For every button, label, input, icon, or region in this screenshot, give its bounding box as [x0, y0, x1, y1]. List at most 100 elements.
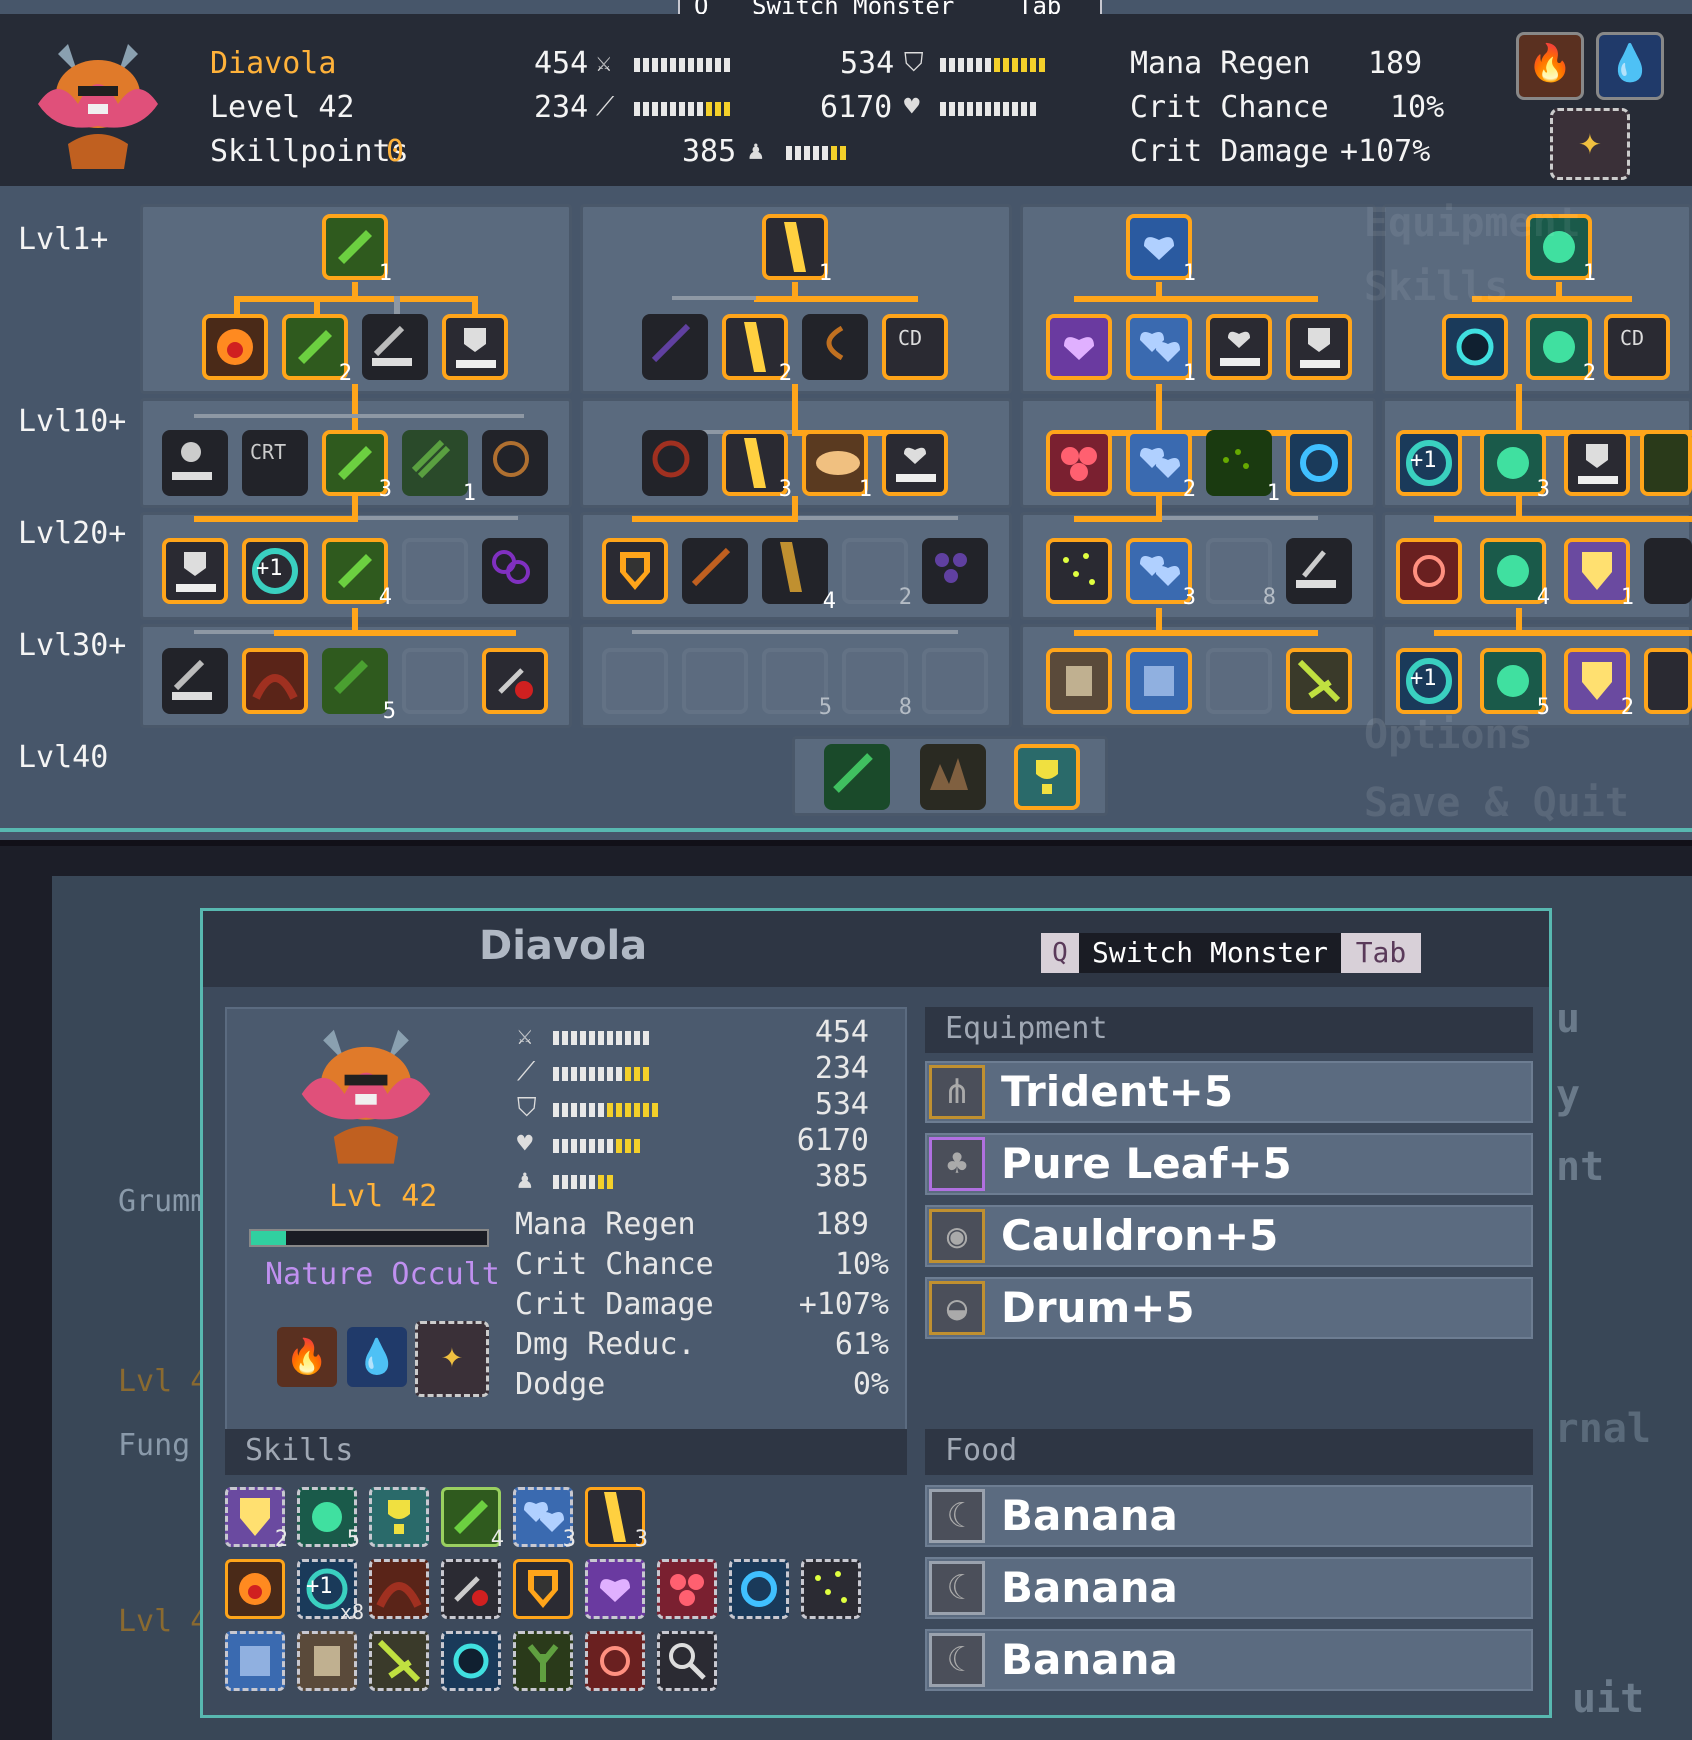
tree3-totem-node[interactable]	[1046, 648, 1112, 714]
tree2-bracket-node[interactable]	[802, 314, 868, 380]
tree3-heart-root[interactable]: 1	[1126, 214, 1196, 286]
tree1-leaf-3[interactable]: 3	[322, 430, 392, 502]
equipment-slot-3[interactable]: ◉ Cauldron+5	[925, 1205, 1533, 1267]
tree4-cd-node[interactable]: CD	[1604, 314, 1670, 380]
tree4-plus-one-node-2[interactable]: +1	[1396, 648, 1462, 714]
tree2-locked-dash[interactable]: 2	[842, 538, 912, 610]
tree1-blood-node[interactable]	[482, 648, 548, 714]
lvl40-crossed-leaf-node[interactable]	[824, 744, 890, 810]
tree1-sword-stat-node-2[interactable]	[162, 648, 228, 714]
tree2-dark-orbs-node[interactable]	[922, 538, 988, 604]
tree1-claw-node[interactable]	[242, 648, 308, 714]
tree2-slash-3[interactable]: 3	[722, 430, 792, 502]
skill-hearts-stone[interactable]	[225, 1631, 285, 1691]
tree4-magnifier-node[interactable]	[1644, 648, 1692, 714]
light-buff-icon[interactable]: ✦	[1550, 108, 1630, 180]
tree4-defense-stat-node[interactable]	[1564, 430, 1630, 496]
skill-target-shield[interactable]	[585, 1631, 645, 1691]
tree4-crystal-5[interactable]: 5	[1480, 648, 1550, 720]
tree4-mana-stat-node[interactable]	[1644, 538, 1692, 604]
tree1-flame-node[interactable]	[202, 314, 268, 380]
water-buff-icon[interactable]: 💧	[1596, 32, 1664, 100]
lvl40-trophy-node[interactable]	[1014, 744, 1080, 810]
fire-buff-icon[interactable]: 🔥	[1516, 32, 1584, 100]
lvl40-thorns-node[interactable]	[920, 744, 986, 810]
switch-monster-button[interactable]: Switch Monster	[1079, 933, 1341, 973]
tree2-locked-3[interactable]: 5	[762, 648, 832, 720]
tree2-locked-2[interactable]	[682, 648, 748, 714]
tree2-target-node[interactable]	[642, 430, 708, 496]
tree3-wand-stat-node[interactable]	[1286, 538, 1352, 604]
tab-key-q[interactable]: Q	[1041, 933, 1079, 973]
skill-sprout[interactable]	[513, 1631, 573, 1691]
tree1-locked-leaf[interactable]	[402, 538, 468, 604]
food-slot-2[interactable]: ☾ Banana	[925, 1557, 1533, 1619]
tree3-hearts-stone-node[interactable]	[1126, 648, 1192, 714]
tree4-gem-shield-node-2[interactable]: 2	[1564, 648, 1634, 720]
tree2-blade-node[interactable]	[642, 314, 708, 380]
tree1-double-leaf-node[interactable]: 1	[402, 430, 476, 506]
skill-shield[interactable]	[513, 1559, 573, 1619]
water-buff-icon[interactable]: 💧	[347, 1327, 407, 1387]
tree1-defense-stat-node[interactable]	[442, 314, 508, 380]
tree2-slash-4[interactable]: 4	[762, 538, 836, 614]
tree1-leaf-4[interactable]: 4	[322, 538, 392, 610]
light-buff-icon[interactable]: ✦	[415, 1321, 489, 1397]
skill-leaf[interactable]: 4	[441, 1487, 504, 1552]
tree1-leaf-2[interactable]: 2	[282, 314, 352, 386]
tree4-crystal-2[interactable]: 2	[1526, 314, 1596, 386]
tree1-leaf-root[interactable]: 1	[322, 214, 392, 286]
skill-purple-heart[interactable]	[585, 1559, 645, 1619]
tree3-red-hearts-node[interactable]	[1046, 430, 1112, 496]
skill-vine[interactable]	[369, 1631, 429, 1691]
tree3-heart-stat-node[interactable]	[1206, 314, 1272, 380]
skill-crystal[interactable]: 5	[297, 1487, 360, 1552]
tree4-plus-one-node[interactable]: +1	[1396, 430, 1462, 496]
tree2-cd-node[interactable]: CD	[882, 314, 948, 380]
skill-totem[interactable]	[297, 1631, 357, 1691]
skill-flame[interactable]	[225, 1559, 285, 1619]
tree3-locked-2[interactable]	[1206, 648, 1272, 714]
tree2-flaming-blade-node[interactable]	[682, 538, 748, 604]
skill-plus-one[interactable]: +1 x8	[297, 1559, 364, 1624]
equipment-slot-4[interactable]: ◒ Drum+5	[925, 1277, 1533, 1339]
tree1-mana-stat-node[interactable]	[162, 430, 228, 496]
tree4-sprout-node[interactable]	[1640, 430, 1692, 496]
tree2-dash-node[interactable]: 1	[802, 430, 872, 502]
equipment-slot-1[interactable]: ⋔ Trident+5	[925, 1061, 1533, 1123]
tree3-defense-stat-node[interactable]	[1286, 314, 1352, 380]
skill-hearts[interactable]: 3	[513, 1487, 576, 1552]
tree3-ring-node[interactable]	[1286, 430, 1352, 496]
tree3-hearts-node[interactable]: 1	[1126, 314, 1196, 386]
tree3-purple-heart-node[interactable]	[1046, 314, 1112, 380]
tree2-heart-stat-node[interactable]	[882, 430, 948, 496]
fire-buff-icon[interactable]: 🔥	[277, 1327, 337, 1387]
tree1-plus-one-node[interactable]: +1	[242, 538, 308, 604]
food-slot-1[interactable]: ☾ Banana	[925, 1485, 1533, 1547]
tree2-slash-root[interactable]: 1	[762, 214, 832, 286]
tree1-crt-node[interactable]: CRT	[242, 430, 308, 496]
equipment-slot-2[interactable]: ♣ Pure Leaf+5	[925, 1133, 1533, 1195]
skill-slash[interactable]: 3	[585, 1487, 648, 1552]
skill-magnifier[interactable]	[657, 1631, 717, 1691]
tree3-sparkles-node[interactable]	[1046, 538, 1112, 604]
tree3-spores-node[interactable]: 1	[1206, 430, 1280, 506]
skill-claw[interactable]	[369, 1559, 429, 1619]
skill-sparkles[interactable]	[801, 1559, 861, 1619]
tree4-target-shield-node[interactable]	[1396, 538, 1462, 604]
tree3-locked-spores[interactable]: 8	[1206, 538, 1276, 610]
skill-trophy[interactable]	[369, 1487, 429, 1547]
tree3-hearts-3[interactable]: 3	[1126, 538, 1196, 610]
tree3-vine-node[interactable]	[1286, 648, 1352, 714]
skill-gem-shield[interactable]: 2	[225, 1487, 288, 1552]
tree4-crystal-3[interactable]: 3	[1480, 430, 1550, 502]
tree2-locked-1[interactable]	[602, 648, 668, 714]
tree1-purple-ring-node[interactable]	[482, 538, 548, 604]
tree4-orb-node[interactable]	[1442, 314, 1508, 380]
tree1-sword-stat-node[interactable]	[362, 314, 428, 380]
skill-orb[interactable]	[441, 1631, 501, 1691]
tree1-leaf-5[interactable]: 5	[322, 648, 396, 724]
skill-blood[interactable]	[441, 1559, 501, 1619]
skill-ring[interactable]	[729, 1559, 789, 1619]
tree1-locked-leaf-2[interactable]	[402, 648, 468, 714]
